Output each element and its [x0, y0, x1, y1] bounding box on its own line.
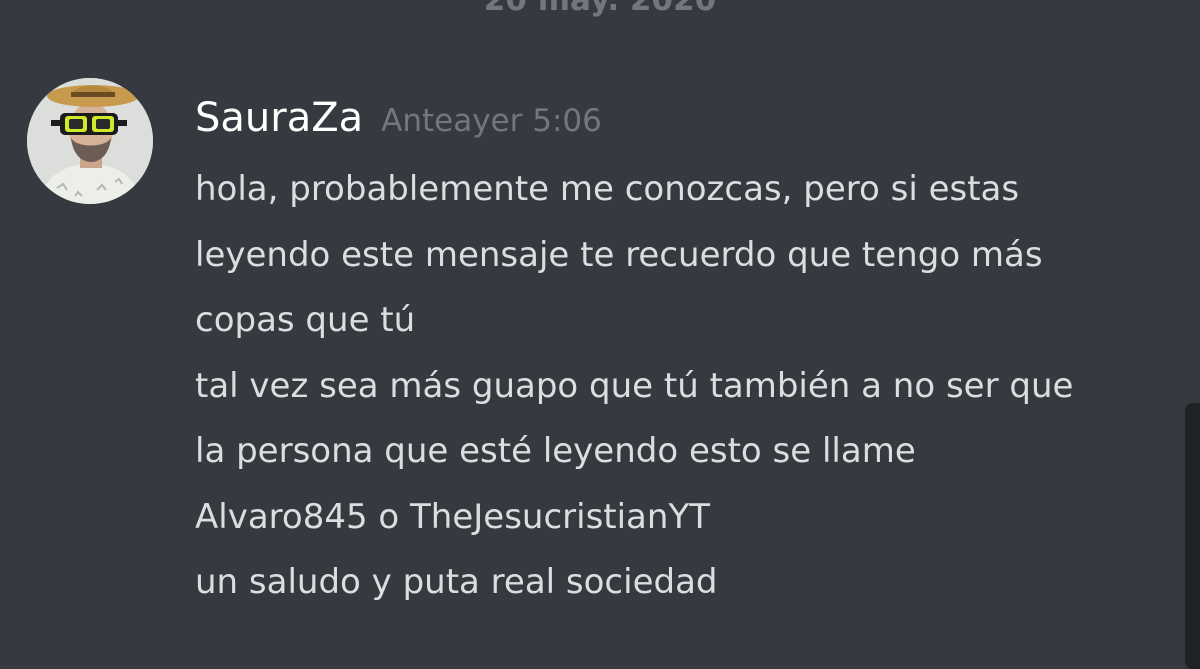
message-line: leyendo este mensaje te recuerdo que ten…	[195, 234, 1043, 275]
message-line: la persona que esté leyendo esto se llam…	[195, 431, 916, 471]
message-header: SauraZa Anteayer 5:06	[195, 90, 602, 146]
avatar[interactable]	[27, 78, 153, 204]
message-line: copas que tú	[195, 300, 416, 340]
message-timestamp: Anteayer 5:06	[381, 103, 602, 139]
message-line: Alvaro845 o TheJesucristianYT	[195, 496, 710, 537]
divider-date: 20 may. 2020	[483, 0, 717, 18]
message-line: tal vez sea más guapo que tú también a n…	[195, 365, 1074, 406]
date-divider: 20 may. 2020	[0, 0, 1200, 18]
message-author[interactable]: SauraZa	[195, 95, 363, 141]
message-line: hola, probablemente me conozcas, pero si…	[195, 169, 1020, 209]
message-line: un saludo y puta real sociedad	[195, 562, 718, 602]
avatar-photo-icon	[27, 78, 153, 204]
scrollbar-thumb[interactable]	[1185, 403, 1200, 669]
message-content: hola, probablemente me conozcas, pero si…	[195, 157, 1185, 616]
